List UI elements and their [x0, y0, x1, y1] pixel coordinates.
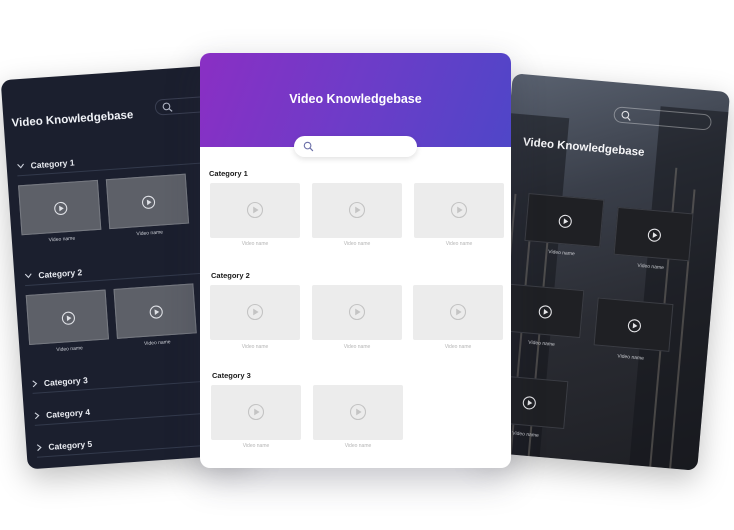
play-icon — [449, 303, 467, 321]
chevron-right-icon — [34, 412, 40, 420]
left-category-label: Category 5 — [48, 438, 93, 452]
search-icon — [162, 102, 173, 112]
play-icon — [627, 319, 641, 333]
center-search-input[interactable] — [294, 136, 417, 157]
video-name: Video name — [343, 241, 371, 247]
video-thumbnail[interactable] — [18, 179, 102, 236]
center-category-1: Category 1 — [209, 169, 248, 178]
left-category-4[interactable]: Category 4 — [34, 407, 90, 421]
play-icon — [141, 195, 156, 209]
play-icon — [54, 201, 68, 216]
play-icon — [558, 214, 572, 228]
search-icon — [621, 110, 631, 121]
play-icon — [538, 305, 552, 319]
video-thumbnail[interactable] — [105, 173, 190, 230]
video-name: Video name — [242, 443, 270, 449]
video-thumbnail[interactable] — [413, 285, 503, 340]
play-icon — [349, 403, 367, 421]
video-thumbnail[interactable] — [312, 183, 402, 238]
video-name: Video name — [241, 344, 269, 350]
video-name: Video name — [344, 443, 372, 449]
play-icon — [647, 228, 661, 242]
video-thumbnail[interactable] — [613, 206, 694, 262]
center-category-3: Category 3 — [212, 371, 251, 380]
video-name: Video name — [56, 345, 84, 354]
center-card-title: Video Knowledgebase — [289, 92, 422, 106]
video-thumbnail[interactable] — [25, 289, 110, 346]
video-thumbnail[interactable] — [593, 297, 674, 352]
left-category-3[interactable]: Category 3 — [32, 375, 88, 389]
search-icon — [303, 141, 314, 152]
video-thumbnail[interactable] — [312, 285, 402, 340]
play-icon — [522, 396, 536, 410]
video-thumbnail[interactable] — [210, 285, 300, 340]
video-thumbnail[interactable] — [524, 193, 605, 248]
chevron-right-icon — [32, 380, 38, 388]
left-category-label: Category 4 — [45, 406, 91, 420]
play-icon — [348, 201, 366, 219]
video-name: Video name — [143, 339, 171, 347]
left-category-5[interactable]: Category 5 — [36, 438, 93, 453]
video-name: Video name — [445, 241, 473, 247]
background-building — [629, 106, 731, 471]
left-category-label: Category 1 — [30, 157, 75, 171]
video-name: Video name — [444, 344, 472, 350]
play-icon — [450, 201, 468, 219]
left-category-2[interactable]: Category 2 — [24, 267, 83, 281]
center-category-2: Category 2 — [211, 271, 250, 280]
play-icon — [149, 305, 163, 319]
video-thumbnail[interactable] — [313, 385, 403, 440]
chevron-down-icon — [17, 163, 25, 169]
photo-theme-preview-card: Video Knowledgebase Video name Video nam… — [479, 73, 731, 471]
left-category-label: Category 3 — [43, 375, 89, 389]
video-thumbnail[interactable] — [113, 283, 197, 339]
left-card-title: Video Knowledgebase — [11, 109, 134, 130]
video-name: Video name — [241, 241, 269, 247]
play-icon — [61, 311, 75, 325]
video-thumbnail[interactable] — [504, 283, 585, 339]
left-category-label: Category 2 — [38, 267, 83, 281]
chevron-right-icon — [36, 444, 42, 452]
video-name: Video name — [343, 344, 371, 350]
left-category-1[interactable]: Category 1 — [16, 157, 75, 171]
video-name: Video name — [136, 229, 164, 238]
play-icon — [246, 303, 264, 321]
chevron-down-icon — [24, 273, 32, 279]
video-thumbnail[interactable] — [414, 183, 504, 238]
play-icon — [247, 403, 265, 421]
play-icon — [246, 201, 264, 219]
video-thumbnail[interactable] — [211, 385, 301, 440]
video-thumbnail[interactable] — [210, 183, 300, 238]
video-name: Video name — [48, 235, 76, 244]
play-icon — [348, 303, 366, 321]
light-theme-preview-card: Video Knowledgebase Category 1 Video nam… — [200, 53, 511, 468]
